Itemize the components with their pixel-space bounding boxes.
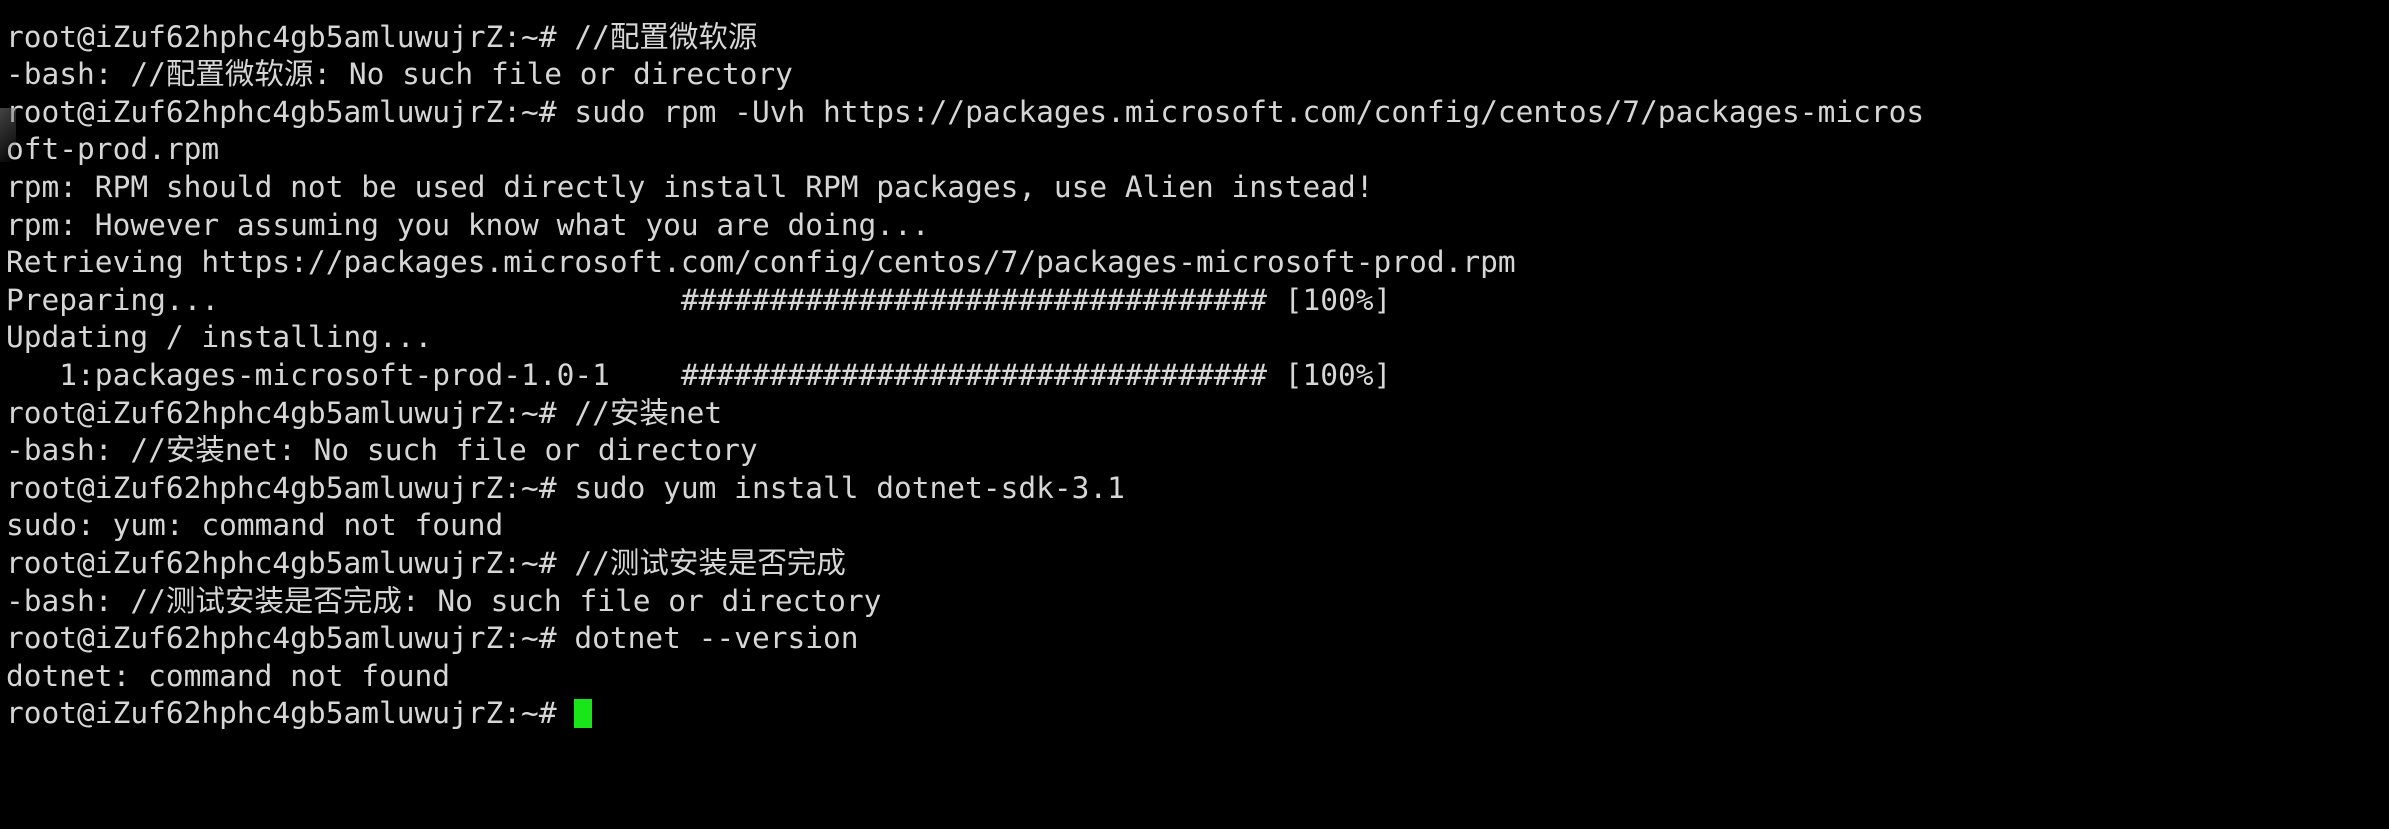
terminal-line-progress-preparing: Preparing... ###########################… — [6, 282, 1392, 317]
terminal-line-command-dotnet-version: root@iZuf62hphc4gb5amluwujrZ:~# dotnet -… — [6, 621, 859, 656]
terminal-line-command-rpm-install-wrap: oft-prod.rpm — [6, 132, 220, 167]
prompt-string: root@iZuf62hphc4gb5amluwujrZ:~# — [6, 696, 575, 731]
terminal-line-progress-package: 1:packages-microsoft-prod-1.0-1 ########… — [6, 357, 1392, 392]
terminal-line-retrieving-url: Retrieving https://packages.microsoft.co… — [6, 245, 1516, 280]
terminal-line-error-yum-not-found: sudo: yum: command not found — [6, 508, 504, 543]
terminal-line-command-install-net: root@iZuf62hphc4gb5amluwujrZ:~# //安装net — [6, 395, 723, 430]
terminal-line-command-config-source: root@iZuf62hphc4gb5amluwujrZ:~# //配置微软源 — [6, 19, 758, 54]
terminal-line-updating-installing: Updating / installing... — [6, 320, 433, 355]
terminal-line-error-test-install: -bash: //测试安装是否完成: No such file or direc… — [6, 583, 882, 618]
text-cursor — [574, 699, 592, 729]
terminal-active-prompt-line[interactable]: root@iZuf62hphc4gb5amluwujrZ:~# — [6, 695, 2389, 733]
terminal-line-command-rpm-install: root@iZuf62hphc4gb5amluwujrZ:~# sudo rpm… — [6, 94, 1925, 129]
terminal-line-command-yum-install: root@iZuf62hphc4gb5amluwujrZ:~# sudo yum… — [6, 470, 1125, 505]
terminal-line-command-test-install: root@iZuf62hphc4gb5amluwujrZ:~# //测试安装是否… — [6, 545, 846, 580]
terminal-line-rpm-warning-alien: rpm: RPM should not be used directly ins… — [6, 169, 1374, 204]
terminal-line-error-config-source: -bash: //配置微软源: No such file or director… — [6, 57, 793, 92]
terminal-line-rpm-warning-assuming: rpm: However assuming you know what you … — [6, 207, 930, 242]
terminal-line-error-dotnet-not-found: dotnet: command not found — [6, 658, 451, 693]
terminal-line-clipped-top — [6, 0, 2389, 19]
terminal-line-error-install-net: -bash: //安装net: No such file or director… — [6, 433, 758, 468]
terminal-screen[interactable]: root@iZuf62hphc4gb5amluwujrZ:~# //配置微软源 … — [6, 0, 2389, 733]
terminal-window[interactable]: root@iZuf62hphc4gb5amluwujrZ:~# //配置微软源 … — [0, 0, 2389, 829]
